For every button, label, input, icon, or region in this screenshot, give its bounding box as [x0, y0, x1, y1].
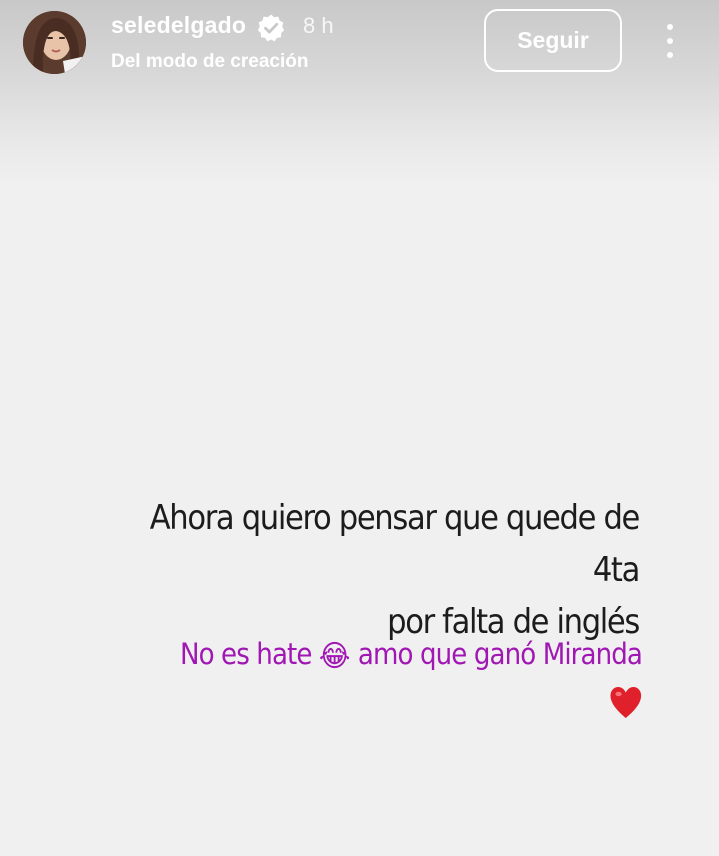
verified-badge-icon — [257, 14, 285, 42]
avatar-image — [23, 11, 86, 74]
creation-mode-label[interactable]: Del modo de creación — [111, 51, 308, 73]
more-options-icon[interactable] — [655, 20, 685, 62]
avatar[interactable] — [23, 11, 86, 74]
dot — [667, 24, 673, 30]
story-text-line-1: Ahora quiero pensar que quede de 4ta — [149, 498, 641, 590]
post-time: 8 h — [303, 13, 334, 38]
story-note-line: No es hate 😂 amo que ganó Miranda — [84, 632, 643, 679]
story-view: seledelgado 8 h Del modo de creación Seg… — [0, 0, 719, 856]
username[interactable]: seledelgado — [111, 12, 246, 39]
follow-button[interactable]: Seguir — [484, 9, 622, 72]
note-text-part-2: amo que ganó Miranda — [350, 637, 643, 671]
laughing-tears-emoji: 😂 — [318, 639, 351, 674]
story-main-text: Ahora quiero pensar que quede de 4ta por… — [99, 492, 641, 648]
dot — [667, 52, 673, 58]
heart-line — [84, 679, 642, 723]
story-header: seledelgado 8 h Del modo de creación Seg… — [0, 0, 719, 90]
red-heart-icon — [610, 687, 642, 718]
note-text-part-1: No es hate — [179, 637, 319, 671]
dot — [667, 38, 673, 44]
story-note-text: No es hate 😂 amo que ganó Miranda — [84, 632, 643, 723]
